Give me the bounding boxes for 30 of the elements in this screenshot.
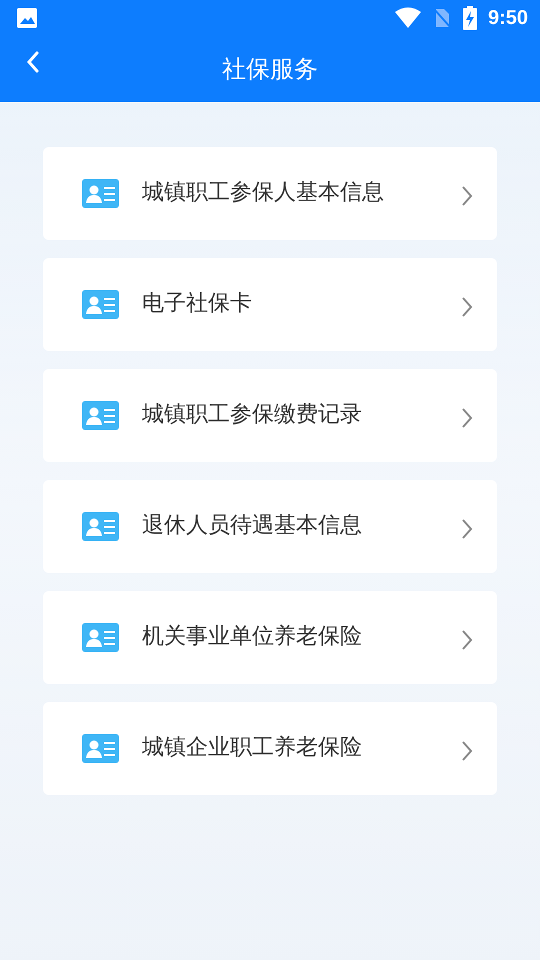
menu-item-label: 城镇职工参保缴费记录 [142, 400, 363, 428]
menu-item[interactable]: 退休人员待遇基本信息 [43, 480, 497, 573]
id-card-icon [82, 623, 119, 652]
image-icon [16, 7, 38, 29]
menu-item[interactable]: 城镇职工参保缴费记录 [43, 369, 497, 462]
id-card-icon [82, 512, 119, 541]
back-icon [26, 50, 40, 74]
menu-item-label: 城镇企业职工养老保险 [142, 734, 363, 762]
chevron-right-icon [461, 406, 473, 428]
menu-item[interactable]: 城镇职工参保人基本信息 [43, 147, 497, 240]
wifi-icon [394, 7, 422, 29]
chevron-right-icon [461, 740, 473, 762]
id-card-icon [82, 179, 119, 208]
clock-time: 9:50 [488, 6, 528, 30]
id-card-icon [82, 734, 119, 763]
battery-icon [462, 6, 478, 30]
menu-item[interactable]: 机关事业单位养老保险 [43, 591, 497, 684]
menu-item[interactable]: 电子社保卡 [43, 258, 497, 351]
menu-item-label: 城镇职工参保人基本信息 [142, 178, 385, 206]
chevron-right-icon [461, 184, 473, 206]
menu-item[interactable]: 城镇企业职工养老保险 [43, 702, 497, 795]
id-card-icon [82, 401, 119, 430]
id-card-icon [82, 290, 119, 319]
chevron-right-icon [461, 518, 473, 540]
menu-item-label: 电子社保卡 [142, 290, 253, 318]
menu-item-label: 退休人员待遇基本信息 [142, 512, 363, 540]
chevron-right-icon [461, 628, 473, 650]
menu-item-label: 机关事业单位养老保险 [142, 622, 363, 650]
page-title: 社保服务 [222, 54, 318, 85]
chevron-right-icon [461, 296, 473, 318]
